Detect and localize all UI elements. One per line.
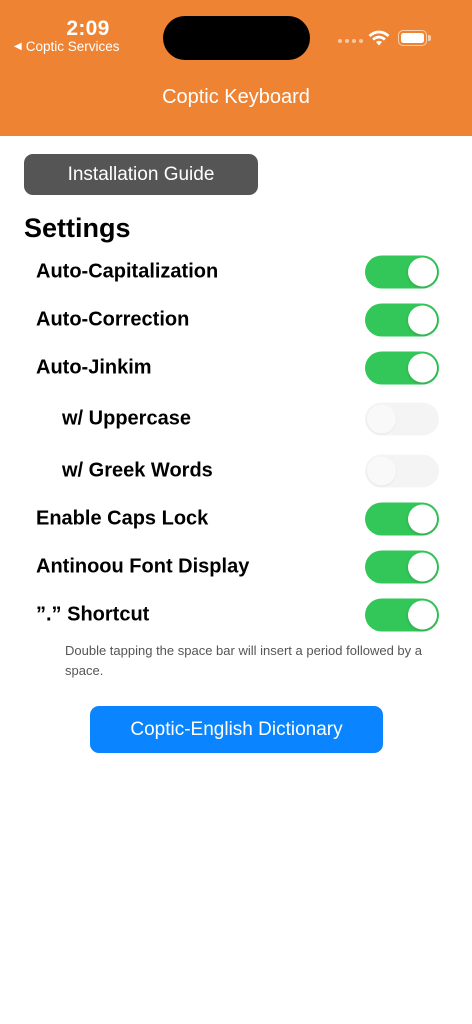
battery-icon <box>398 30 431 46</box>
installation-guide-button[interactable]: Installation Guide <box>24 154 258 195</box>
setting-label: w/ Greek Words <box>62 459 213 482</box>
greek-words-toggle[interactable] <box>365 454 439 488</box>
setting-row-antinoou-font: Antinoou Font Display <box>0 547 472 587</box>
dynamic-island <box>163 16 310 60</box>
antinoou-font-toggle[interactable] <box>365 550 439 584</box>
setting-label: Antinoou Font Display <box>36 555 250 578</box>
back-app-label: Coptic Services <box>25 39 120 54</box>
setting-label: Auto-Correction <box>36 308 190 331</box>
period-shortcut-toggle[interactable] <box>365 598 439 632</box>
setting-label: Enable Caps Lock <box>36 507 209 530</box>
auto-capitalization-toggle[interactable] <box>365 255 439 289</box>
cellular-signal-icon <box>338 39 363 43</box>
status-time: 2:09 <box>66 17 110 40</box>
setting-row-uppercase: w/ Uppercase <box>0 399 472 439</box>
setting-label: Auto-Jinkim <box>36 356 152 379</box>
setting-label: Auto-Capitalization <box>36 260 219 283</box>
setting-row-auto-correction: Auto-Correction <box>0 300 472 340</box>
settings-heading: Settings <box>24 213 131 243</box>
setting-row-auto-jinkim: Auto-Jinkim <box>0 348 472 388</box>
uppercase-toggle[interactable] <box>365 402 439 436</box>
navigation-header: 2:09 ◀ Coptic Services Coptic Keyboard <box>0 0 472 136</box>
wifi-icon <box>368 30 390 46</box>
back-triangle-icon: ◀ <box>14 41 22 52</box>
page-title: Coptic Keyboard <box>162 86 310 108</box>
setting-row-auto-capitalization: Auto-Capitalization <box>0 252 472 292</box>
auto-jinkim-toggle[interactable] <box>365 351 439 385</box>
shortcut-footnote: Double tapping the space bar will insert… <box>65 643 422 678</box>
caps-lock-toggle[interactable] <box>365 502 439 536</box>
back-to-app-link[interactable]: ◀ Coptic Services <box>14 39 120 54</box>
setting-row-period-shortcut: ”.” Shortcut <box>0 595 472 635</box>
setting-row-greek-words: w/ Greek Words <box>0 451 472 491</box>
setting-label: ”.” Shortcut <box>36 603 150 626</box>
dictionary-button[interactable]: Coptic-English Dictionary <box>90 706 383 753</box>
setting-label: w/ Uppercase <box>62 407 191 430</box>
setting-row-caps-lock: Enable Caps Lock <box>0 499 472 539</box>
auto-correction-toggle[interactable] <box>365 303 439 337</box>
